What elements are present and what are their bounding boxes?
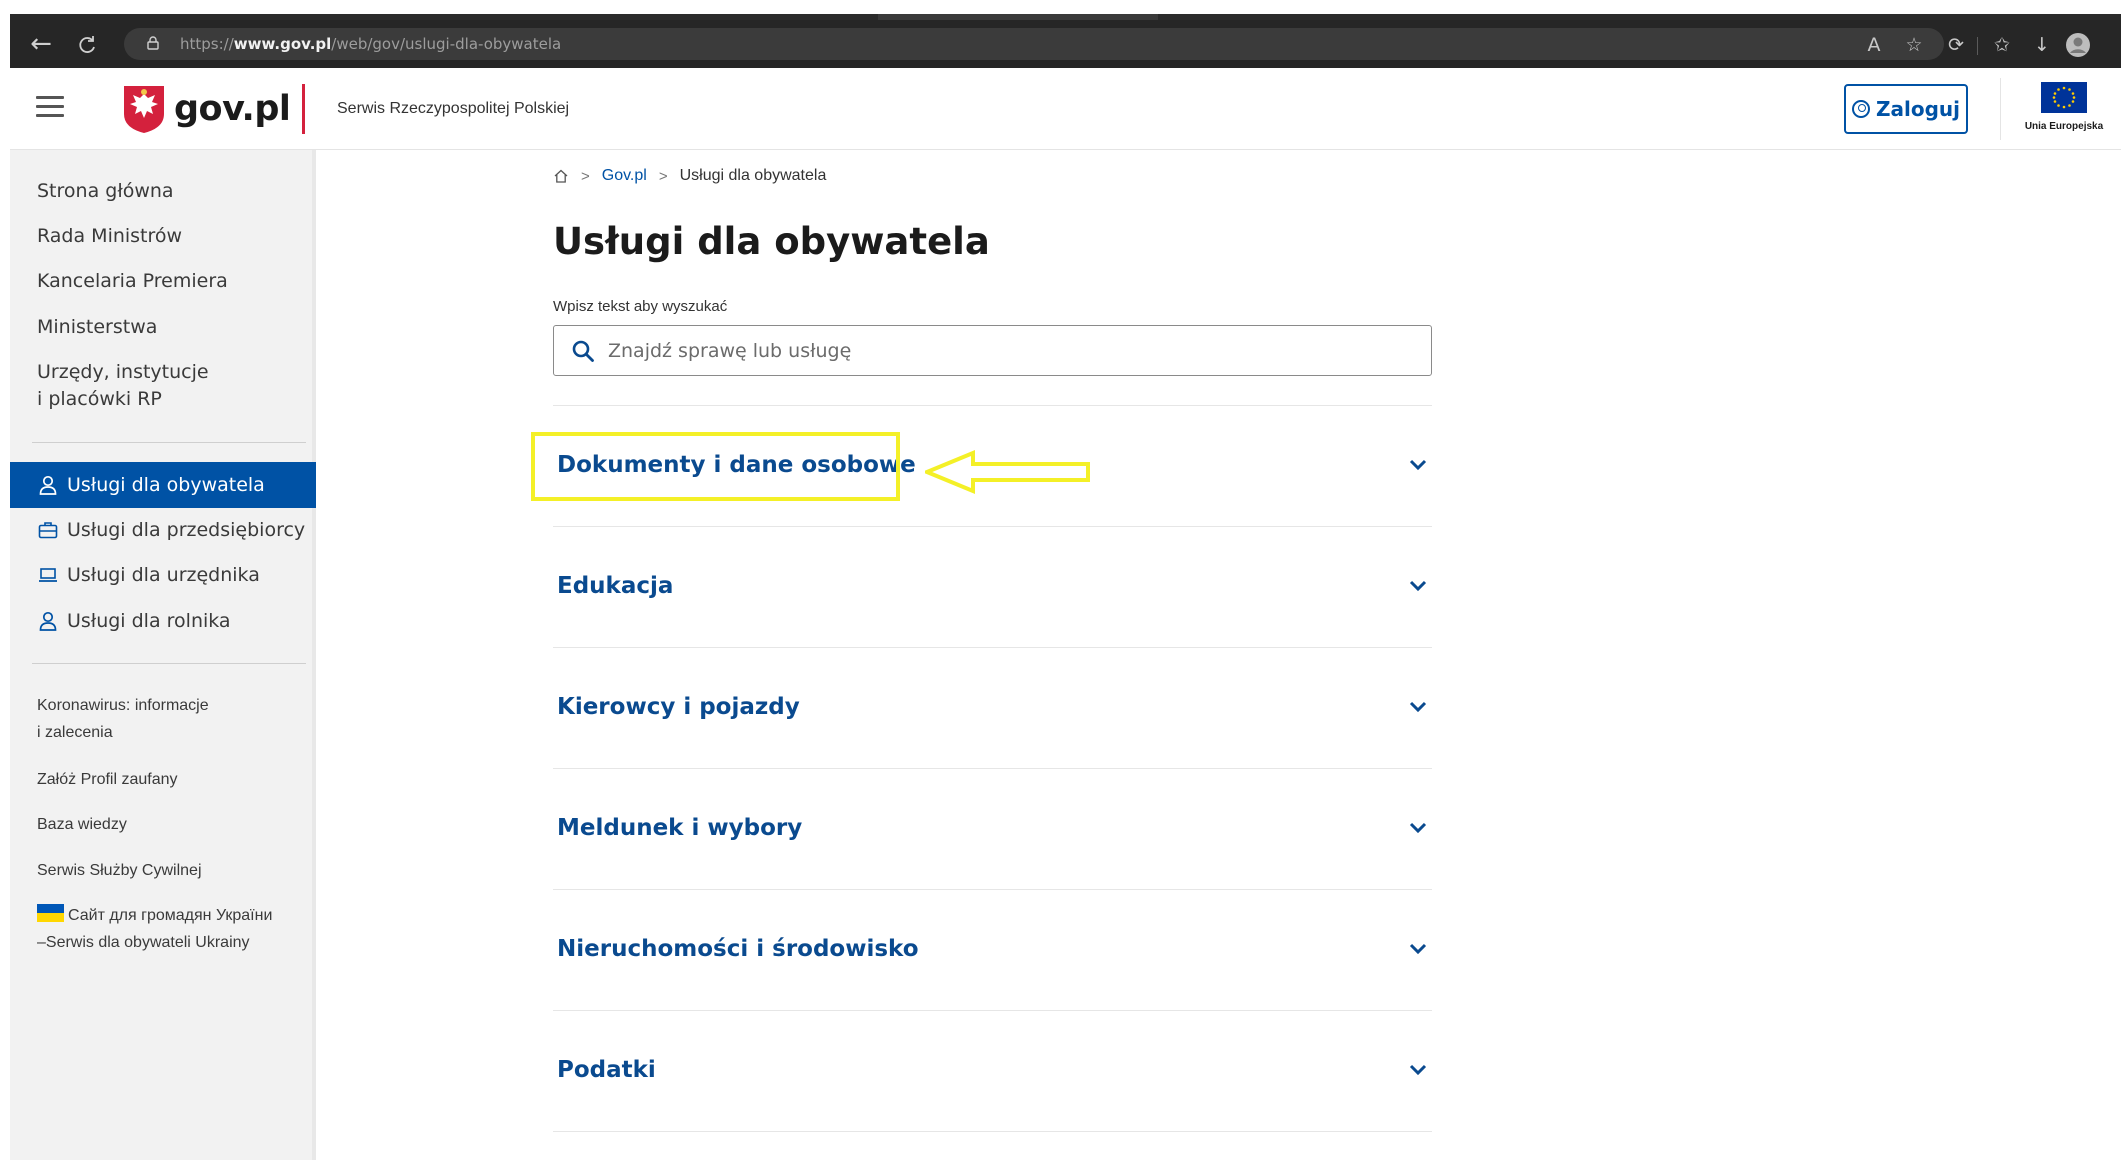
sidebar-item-home[interactable]: Strona główna [37, 178, 174, 205]
sidebar-item-ukraine[interactable]: Сайт для громадян України –Serwis dla ob… [37, 902, 272, 956]
sidebar-item-ministries[interactable]: Ministerstwa [37, 314, 157, 341]
sidebar-item-civil-service[interactable]: Serwis Służby Cywilnej [37, 857, 202, 884]
breadcrumb-item-govpl[interactable]: Gov.pl [602, 167, 647, 185]
search-box[interactable] [553, 325, 1432, 376]
sidebar-item-label: Usługi dla przedsiębiorcy [67, 519, 306, 541]
sidebar-item-coronavirus-line2: i zalecenia [37, 724, 113, 741]
category-real-estate-and-environment[interactable]: Nieruchomości i środowisko [553, 889, 1432, 1009]
header-divider [2000, 78, 2001, 140]
eagle-emblem-icon [124, 86, 164, 133]
read-aloud-icon[interactable]: A [1861, 32, 1887, 58]
breadcrumb-separator: > [658, 167, 668, 185]
breadcrumb: > Gov.pl > Usługi dla obywatela [553, 164, 826, 188]
toolbar-divider [1977, 37, 1978, 55]
search-label: Wpisz tekst aby wyszukać [553, 298, 728, 315]
sidebar-item-ukraine-line2: –Serwis dla obywateli Ukrainy [37, 934, 250, 951]
category-label: Kierowcy i pojazdy [557, 694, 800, 720]
chevron-down-icon[interactable] [1406, 937, 1430, 961]
category-registration-and-elections[interactable]: Meldunek i wybory [553, 768, 1432, 888]
hamburger-menu-icon[interactable] [36, 96, 66, 122]
category-label: Meldunek i wybory [557, 815, 803, 841]
sidebar-item-chancellery[interactable]: Kancelaria Premiera [37, 268, 228, 295]
address-url[interactable]: https://www.gov.pl/web/gov/uslugi-dla-ob… [180, 28, 561, 60]
chevron-down-icon[interactable] [1406, 816, 1430, 840]
logo-text: gov.pl [174, 89, 291, 129]
lock-icon[interactable] [146, 36, 160, 50]
page-title: Usługi dla obywatela [553, 220, 990, 263]
login-label: Zaloguj [1875, 97, 1960, 121]
sidebar-item-official-services[interactable]: Usługi dla urzędnika [10, 552, 316, 598]
sidebar-item-trusted-profile[interactable]: Załóż Profil zaufany [37, 766, 178, 793]
annotation-highlight-box [531, 432, 900, 501]
category-divider [553, 1131, 1432, 1132]
chevron-down-icon[interactable] [1406, 1058, 1430, 1082]
category-label: Nieruchomości i środowisko [557, 936, 919, 962]
login-button[interactable]: Zaloguj [1844, 84, 1968, 134]
downloads-icon[interactable]: ↓ [2029, 32, 2055, 58]
sidebar-item-offices-line2: i placówki RP [37, 388, 162, 410]
search-icon[interactable] [570, 338, 596, 364]
sidebar-item-label: Usługi dla obywatela [67, 474, 265, 496]
add-favorite-icon[interactable]: ☆ [1901, 32, 1927, 58]
refresh-icon[interactable] [72, 30, 102, 58]
site-header: gov.pl Serwis Rzeczypospolitej Polskiej … [10, 68, 2121, 150]
sidebar-item-coronavirus[interactable]: Koronawirus: informacje i zalecenia [37, 692, 209, 746]
browser-toolbar: ← https://www.gov.pl/web/gov/uslugi-dla-… [10, 20, 2121, 68]
category-label: Podatki [557, 1057, 656, 1083]
sidebar-divider [32, 663, 306, 664]
sidebar-item-ukraine-line1: Сайт для громадян України [68, 907, 273, 924]
chevron-down-icon[interactable] [1406, 453, 1430, 477]
chevron-down-icon[interactable] [1406, 695, 1430, 719]
category-taxes[interactable]: Podatki [553, 1010, 1432, 1130]
sidebar-item-knowledge-base[interactable]: Baza wiedzy [37, 811, 127, 838]
eu-logo: Unia Europejska [2016, 82, 2112, 138]
favorites-icon[interactable]: ✩ [1989, 32, 2015, 58]
sidebar-item-citizen-services[interactable]: Usługi dla obywatela [10, 462, 316, 508]
back-icon[interactable]: ← [26, 30, 56, 58]
eu-label: Unia Europejska [2024, 121, 2104, 132]
category-education[interactable]: Edukacja [553, 526, 1432, 646]
sidebar-item-council-of-ministers[interactable]: Rada Ministrów [37, 223, 182, 250]
annotation-arrow-icon [925, 450, 1090, 494]
sidebar-nav: Strona główna Rada Ministrów Kancelaria … [10, 150, 316, 1160]
sidebar-divider [32, 442, 306, 443]
screen-margin [0, 0, 10, 1160]
user-icon [37, 474, 59, 496]
extensions-icon[interactable]: ⟳ [1943, 32, 1969, 58]
home-icon[interactable] [553, 168, 569, 184]
ukraine-flag-icon [37, 904, 64, 922]
category-drivers-and-vehicles[interactable]: Kierowcy i pojazdy [553, 647, 1432, 767]
gov-logo[interactable]: gov.pl [122, 82, 291, 136]
sidebar-item-offices-line1: Urzędy, instytucje [37, 361, 209, 383]
sidebar-item-business-services[interactable]: Usługi dla przedsiębiorcy [10, 507, 316, 553]
sidebar-item-farmer-services[interactable]: Usługi dla rolnika [10, 598, 316, 644]
category-label: Edukacja [557, 573, 674, 599]
sidebar-item-offices[interactable]: Urzędy, instytucje i placówki RP [37, 359, 209, 413]
address-bar[interactable]: https://www.gov.pl/web/gov/uslugi-dla-ob… [124, 28, 1944, 60]
sidebar-item-label: Usługi dla urzędnika [67, 564, 260, 586]
breadcrumb-separator: > [581, 167, 590, 185]
eu-flag-icon [2041, 82, 2087, 113]
laptop-icon [37, 564, 59, 586]
chevron-down-icon[interactable] [1406, 574, 1430, 598]
profile-icon[interactable] [2065, 32, 2091, 58]
search-input[interactable] [608, 339, 1388, 362]
service-name: Serwis Rzeczypospolitej Polskiej [337, 100, 570, 117]
sidebar-item-label: Usługi dla rolnika [67, 610, 231, 632]
sidebar-item-coronavirus-line1: Koronawirus: informacje [37, 697, 209, 714]
briefcase-icon [37, 519, 59, 541]
breadcrumb-item-current: Usługi dla obywatela [679, 167, 827, 184]
user-icon [37, 610, 59, 632]
user-circle-icon [1851, 100, 1870, 118]
logo-divider [302, 84, 305, 134]
